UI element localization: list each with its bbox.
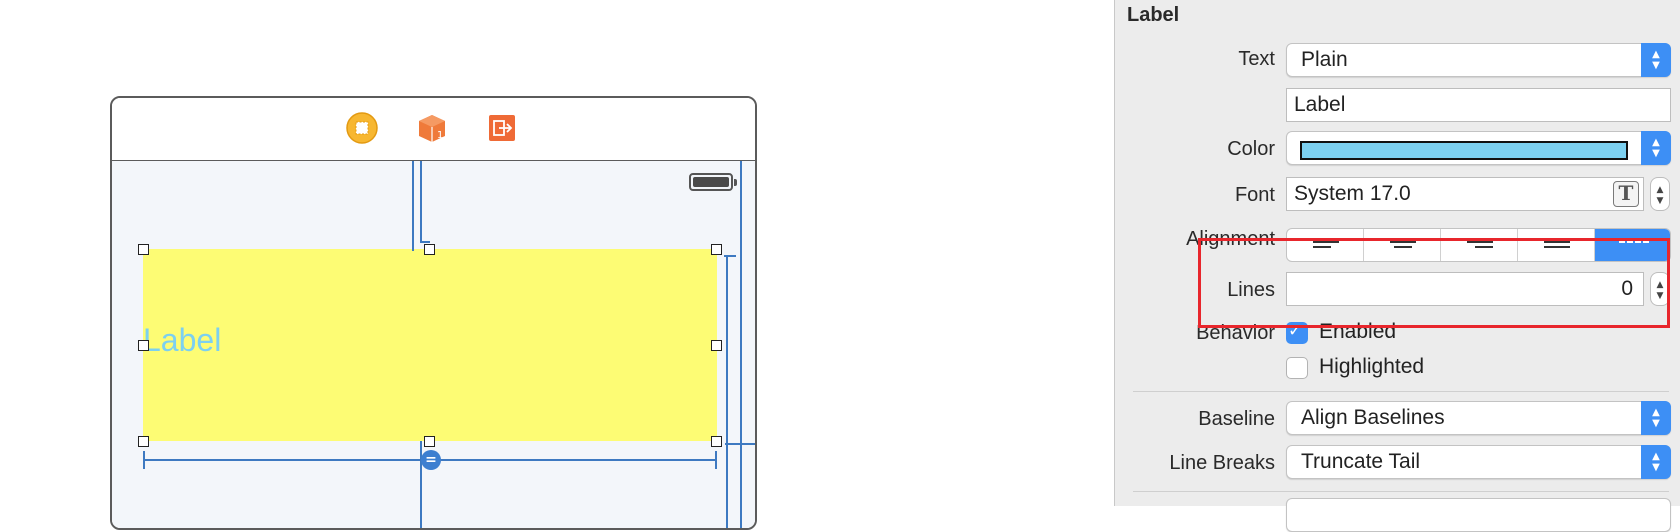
font-picker-icon[interactable]: T [1613,181,1639,207]
equal-constraint-badge[interactable]: = [421,450,441,470]
popup-arrows-icon: ▲ ▼ [1641,401,1671,435]
line-breaks-value: Truncate Tail [1301,450,1421,473]
text-content-field[interactable]: Label [1286,88,1671,122]
label-view[interactable] [143,249,717,441]
color-popup[interactable]: ▲ ▼ [1286,131,1671,165]
exit-icon[interactable] [486,112,518,144]
label-view-text: Label [143,322,222,358]
popup-arrows-icon: ▲ ▼ [1641,445,1671,479]
resize-handle-left[interactable] [138,340,149,351]
text-type-value: Plain [1301,48,1348,71]
constraint-tick [143,451,145,469]
baseline-popup[interactable]: Align Baselines ▲ ▼ [1286,401,1671,435]
baseline-label: Baseline [1198,408,1275,430]
font-field[interactable]: System 17.0 T [1286,177,1644,211]
popup-arrows-icon: ▲ ▼ [1641,131,1671,165]
top-constraint-line[interactable] [412,161,414,251]
separator [1133,391,1669,392]
resize-handle-bottom-left[interactable] [138,436,149,447]
safe-area-line [740,161,742,528]
resize-handle-bottom-right[interactable] [711,436,722,447]
font-size-stepper[interactable]: ▲ ▼ [1650,177,1670,211]
text-label: Text [1238,48,1275,70]
trailing-constraint-line[interactable] [726,255,728,528]
baseline-value: Align Baselines [1301,406,1445,429]
color-label: Color [1227,138,1275,160]
resize-handle-top[interactable] [424,244,435,255]
constraint-tick [715,451,717,469]
text-content-value: Label [1294,93,1346,116]
resize-handle-top-left[interactable] [138,244,149,255]
first-responder-icon[interactable]: 1 [416,112,448,144]
popup-arrows-icon: ▲ ▼ [1641,43,1671,77]
resize-handle-bottom[interactable] [424,436,435,447]
font-label: Font [1234,184,1275,206]
battery-icon [689,173,737,191]
svg-text:1: 1 [437,130,443,141]
root-view[interactable]: Label = [112,161,755,528]
constraint-tick [420,241,430,243]
view-controller-icon[interactable] [346,112,378,144]
highlighted-label: Highlighted [1319,355,1425,378]
next-popup[interactable] [1286,498,1671,532]
section-title: Label [1127,4,1180,26]
storyboard-canvas[interactable]: 1 Label = [0,0,1110,530]
resize-handle-top-right[interactable] [711,244,722,255]
highlighted-checkbox[interactable] [1286,357,1308,379]
red-highlight-annotation [1198,238,1670,328]
line-breaks-label: Line Breaks [1169,452,1275,474]
line-breaks-popup[interactable]: Truncate Tail ▲ ▼ [1286,445,1671,479]
top-constraint-line-2[interactable] [420,161,422,243]
view-controller-scene[interactable]: 1 Label = [110,96,757,530]
font-value: System 17.0 [1294,182,1411,205]
scene-dock: 1 [112,98,755,161]
color-swatch [1300,141,1628,160]
text-type-popup[interactable]: Plain ▲ ▼ [1286,43,1671,77]
separator [1133,491,1669,492]
resize-handle-right[interactable] [711,340,722,351]
constraint-tick [724,255,736,257]
